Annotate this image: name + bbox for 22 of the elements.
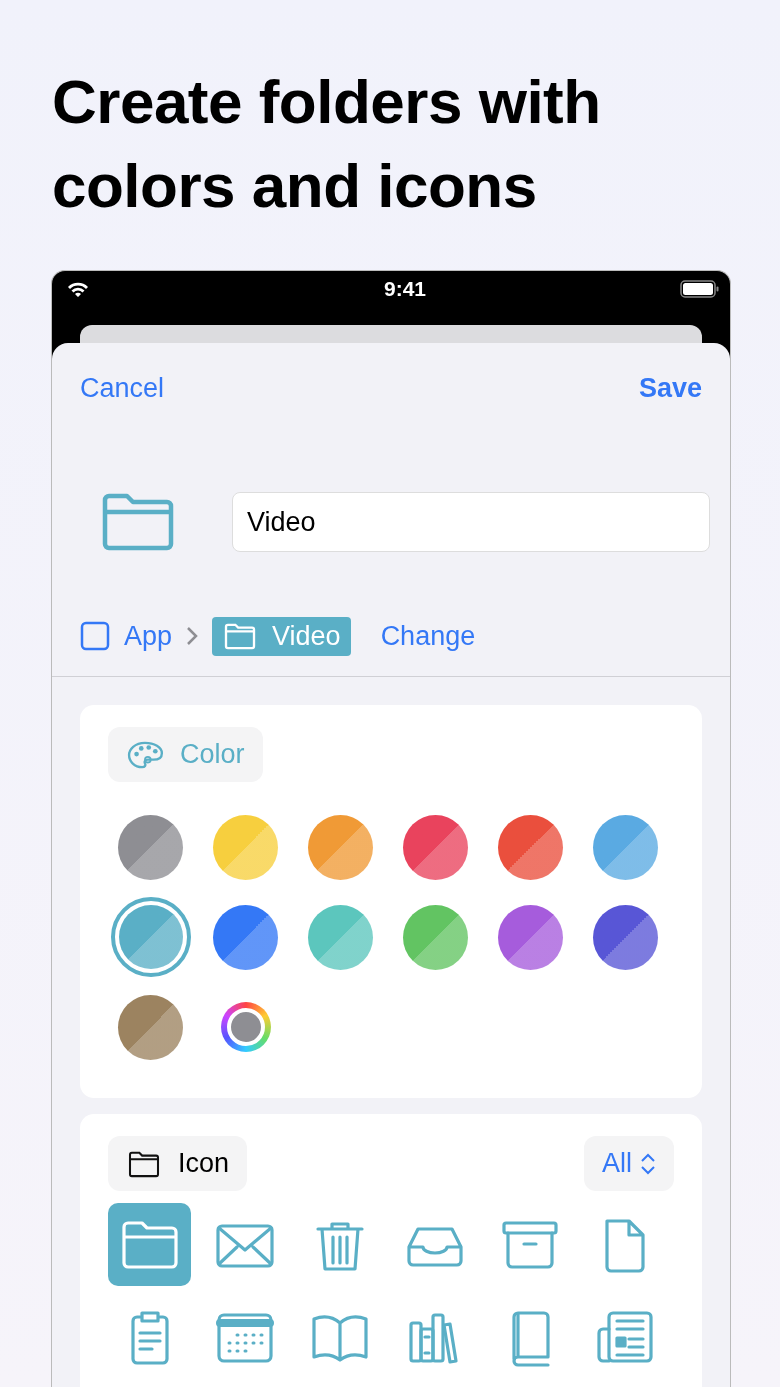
- change-button[interactable]: Change: [380, 620, 476, 652]
- wifi-icon: [66, 280, 90, 298]
- save-button[interactable]: Save: [638, 373, 702, 404]
- status-time: 9:41: [384, 277, 426, 301]
- breadcrumb-link[interactable]: App: [124, 620, 173, 652]
- battery-icon: [680, 279, 720, 299]
- color-swatch[interactable]: [110, 897, 191, 977]
- square-icon: [80, 621, 110, 651]
- icon-title: Icon: [178, 1148, 230, 1179]
- custom-color-button[interactable]: [220, 1002, 271, 1052]
- folder-icon: [100, 492, 176, 552]
- up-down-chevron-icon: [640, 1151, 656, 1176]
- chevron-right-icon: [186, 626, 199, 646]
- palette-icon: [126, 739, 164, 770]
- current-folder-label: Video: [272, 620, 341, 652]
- cancel-button[interactable]: Cancel: [80, 373, 165, 404]
- headline: Create folders with colors and icons: [52, 66, 602, 222]
- folder-icon: [126, 1149, 162, 1178]
- filter-dropdown[interactable]: All: [584, 1136, 674, 1191]
- color-title: Color: [180, 739, 245, 770]
- icon-option[interactable]: [108, 1203, 191, 1286]
- name-field[interactable]: Video: [232, 492, 710, 552]
